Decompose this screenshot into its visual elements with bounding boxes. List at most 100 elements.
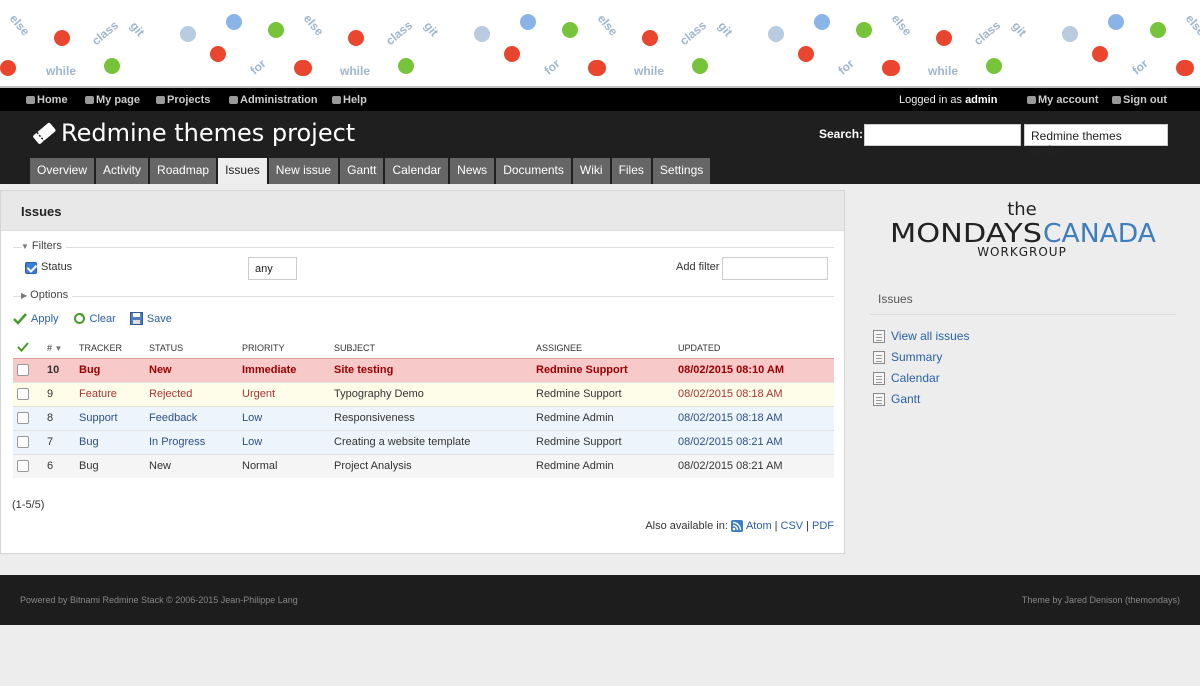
tab-gantt[interactable]: Gantt [340, 158, 384, 184]
options-toggle[interactable]: ▶ Options [21, 289, 73, 301]
table-row[interactable]: 8 Support Feedback Low Responsiveness Redmine… [13, 405, 834, 430]
sidebar-link-summary[interactable]: Summary [873, 350, 942, 364]
row-checkbox[interactable] [17, 363, 29, 376]
my-account-link[interactable]: My account [1027, 94, 1099, 106]
cell-subject[interactable]: Typography Demo [330, 381, 532, 406]
filters-toggle[interactable]: ▼ Filters [21, 240, 66, 252]
table-row[interactable]: 10 Bug New Immediate Site testing Redmine Sup… [13, 357, 834, 382]
project-jump-select[interactable]: Redmine themes project [1024, 124, 1168, 157]
cell-id[interactable]: 8 [43, 405, 75, 430]
cell-tracker[interactable]: Feature [75, 381, 145, 406]
banner-icon [588, 60, 604, 76]
cell-subject[interactable]: Creating a website template [330, 429, 532, 454]
cell-id[interactable]: 6 [43, 453, 75, 478]
cell-subject[interactable]: Project Analysis [330, 453, 532, 478]
cell-assignee[interactable]: Redmine Support [532, 429, 674, 454]
banner-icon [520, 14, 536, 30]
banner-word: for [1129, 56, 1151, 78]
table-row[interactable]: 9 Feature Rejected Urgent Typography Demo Red… [13, 381, 834, 406]
format-separator: | [806, 520, 809, 532]
pdf-link[interactable]: PDF [812, 520, 834, 532]
row-select-cell [13, 357, 43, 382]
cell-subject[interactable]: Site testing [330, 357, 532, 382]
cell-tracker[interactable]: Support [75, 405, 145, 430]
project-ticket-icon [33, 122, 56, 144]
footer-theme-credit: Theme by Jared Denison (themondays) [1021, 595, 1180, 605]
cell-id[interactable]: 10 [43, 357, 75, 382]
tab-documents[interactable]: Documents [496, 158, 571, 184]
clear-button[interactable]: Clear [73, 312, 116, 325]
tab-overview[interactable]: Overview [30, 158, 95, 184]
banner-icon [0, 60, 16, 76]
cell-assignee[interactable]: Redmine Admin [532, 405, 674, 430]
toggle-all-header[interactable] [13, 338, 43, 358]
column-header-status[interactable]: STATUS [145, 338, 238, 358]
cell-assignee[interactable]: Redmine Support [532, 381, 674, 406]
cell-assignee[interactable]: Redmine Support [532, 357, 674, 382]
sidebar-link-view-all-issues[interactable]: View all issues [873, 329, 969, 343]
cell-assignee[interactable]: Redmine Admin [532, 453, 674, 478]
top-menu-projects[interactable]: Projects [156, 94, 210, 106]
cell-subject[interactable]: Responsiveness [330, 405, 532, 430]
tab-activity[interactable]: Activity [96, 158, 149, 184]
column-header-updated[interactable]: UPDATED [674, 338, 834, 358]
banner-icon [562, 22, 578, 38]
row-select-cell [13, 429, 43, 454]
sign-out-link[interactable]: Sign out [1112, 94, 1167, 106]
top-menu-home[interactable]: Home [26, 94, 68, 106]
tab-calendar[interactable]: Calendar [385, 158, 449, 184]
tab-wiki[interactable]: Wiki [572, 158, 610, 184]
top-menu-my-page[interactable]: My page [85, 94, 140, 106]
table-row[interactable]: 7 Bug In Progress Low Creating a website tem… [13, 429, 834, 454]
csv-link[interactable]: CSV [781, 520, 804, 532]
add-filter-select[interactable] [722, 257, 828, 280]
banner-word: while [46, 64, 77, 78]
banner-icon [1092, 46, 1108, 62]
column-header-subject[interactable]: SUBJECT [330, 338, 532, 358]
options-fieldset-border [13, 296, 834, 297]
top-menu-administration[interactable]: Administration [229, 94, 318, 106]
table-row[interactable]: 6 Bug New Normal Project Analysis Redmine Adm… [13, 453, 834, 478]
row-checkbox[interactable] [17, 387, 29, 400]
svg-text:WORKGROUP: WORKGROUP [977, 245, 1067, 259]
cell-tracker[interactable]: Bug [75, 357, 145, 382]
sidebar-link-calendar[interactable]: Calendar [873, 371, 940, 385]
cell-updated: 08/02/2015 08:18 AM [674, 381, 834, 406]
apply-button[interactable]: Apply [13, 313, 59, 325]
reload-icon [73, 313, 85, 324]
row-checkbox[interactable] [17, 459, 29, 472]
status-operator-select[interactable]: any [248, 257, 297, 280]
atom-link[interactable]: Atom [746, 520, 772, 532]
save-button[interactable]: Save [129, 312, 172, 325]
cell-updated: 08/02/2015 08:21 AM [674, 453, 834, 478]
tab-new-issue[interactable]: New issue [268, 158, 339, 184]
column-header-priority[interactable]: PRIORITY [238, 338, 330, 358]
tab-news[interactable]: News [450, 158, 495, 184]
cell-tracker[interactable]: Bug [75, 453, 145, 478]
tab-files[interactable]: Files [611, 158, 651, 184]
logged-in-status: Logged in as admin [899, 94, 998, 106]
filters-fieldset-border [13, 247, 834, 248]
issues-table-body: 10 Bug New Immediate Site testing Redmine Sup… [13, 357, 834, 478]
tab-issues[interactable]: Issues [218, 158, 267, 184]
banner-icon [54, 30, 70, 46]
logged-in-user-link[interactable]: admin [965, 94, 997, 106]
column-header-id[interactable]: # ▼ [43, 338, 75, 358]
banner-icon [768, 26, 784, 42]
cell-id[interactable]: 7 [43, 429, 75, 454]
checkmark-icon [17, 342, 29, 352]
cell-id[interactable]: 9 [43, 381, 75, 406]
tab-settings[interactable]: Settings [652, 158, 711, 184]
row-checkbox[interactable] [17, 411, 29, 424]
row-checkbox[interactable] [17, 435, 29, 448]
column-header-tracker[interactable]: TRACKER [75, 338, 145, 358]
cell-tracker[interactable]: Bug [75, 429, 145, 454]
column-header-assignee[interactable]: ASSIGNEE [532, 338, 674, 358]
banner-icon [268, 22, 284, 38]
top-menu-help[interactable]: Help [332, 94, 367, 106]
search-input[interactable] [864, 124, 1021, 146]
status-filter-checkbox[interactable] [25, 262, 37, 274]
banner-icon [210, 46, 226, 62]
tab-roadmap[interactable]: Roadmap [150, 158, 217, 184]
sidebar-link-gantt[interactable]: Gantt [873, 392, 920, 406]
